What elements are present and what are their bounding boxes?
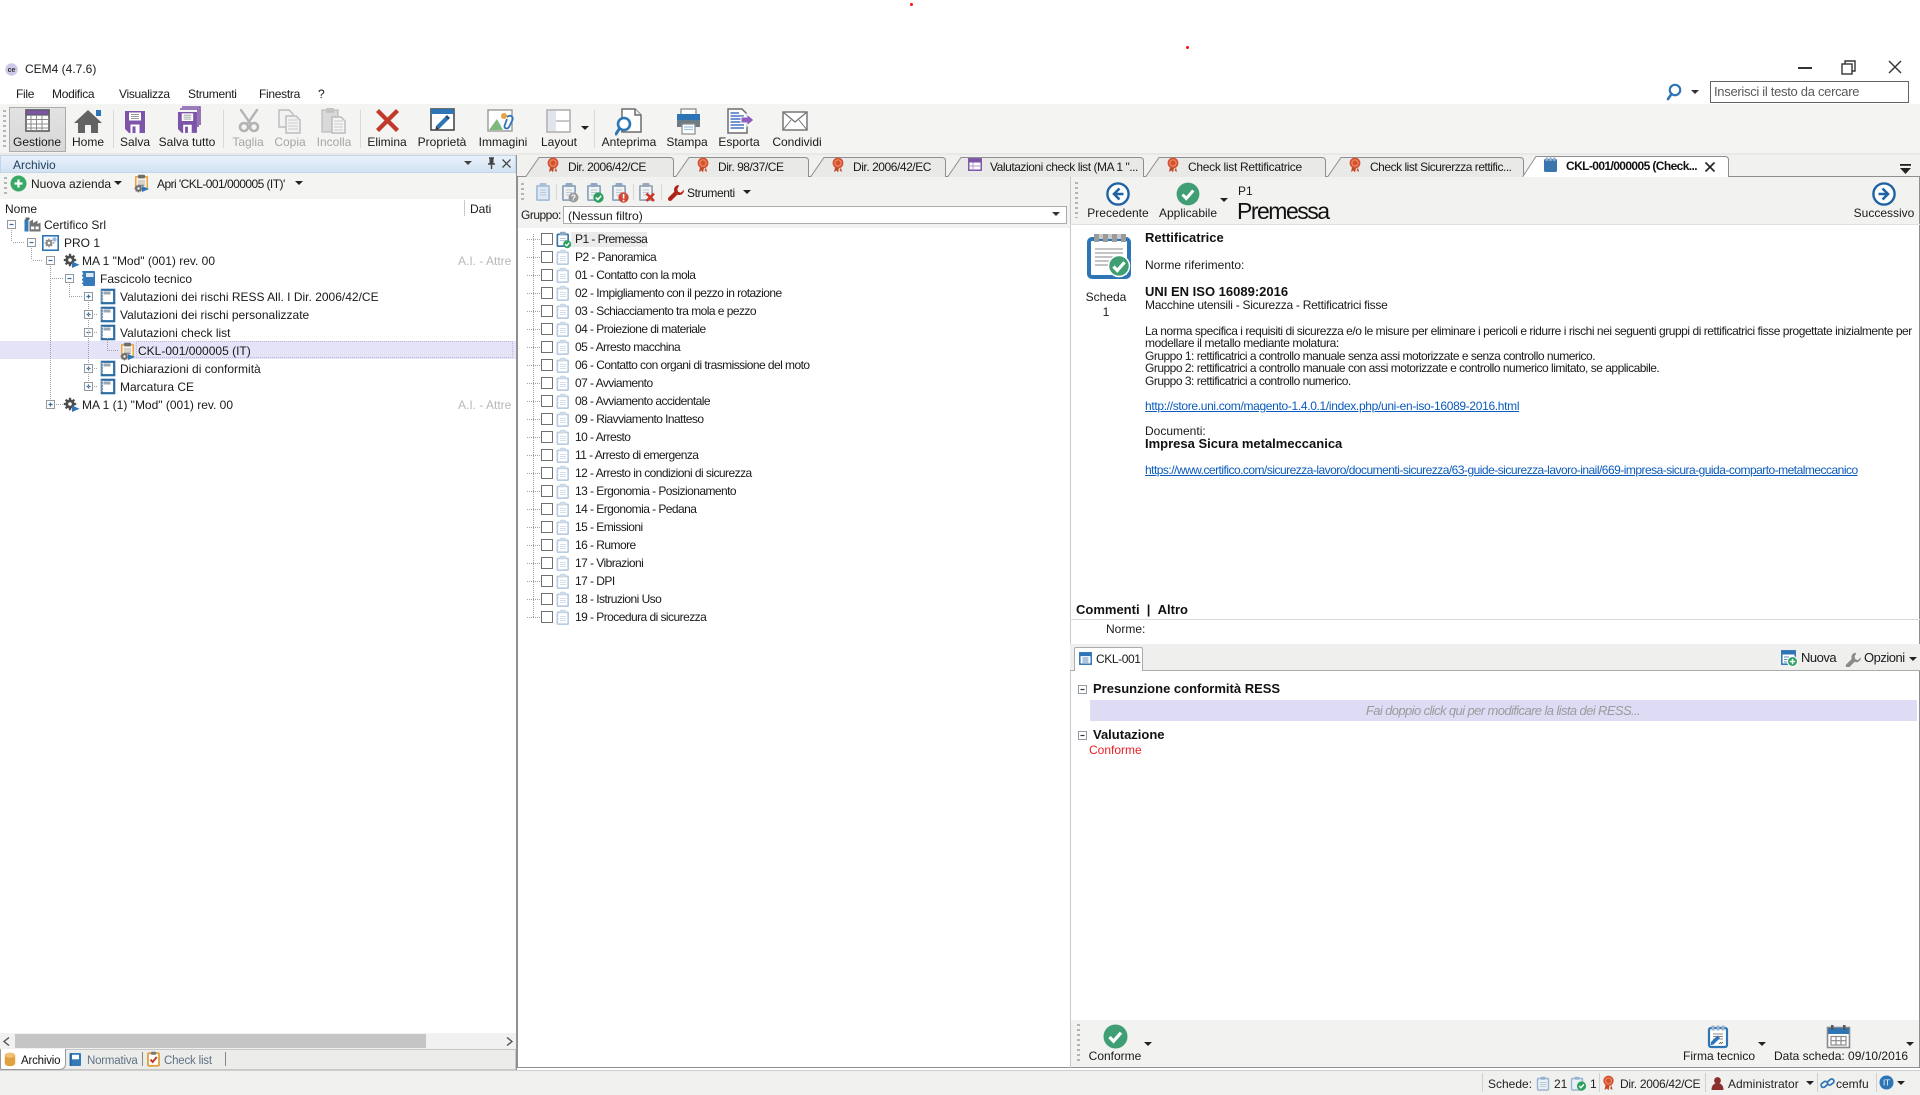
svg-text:ce: ce (8, 67, 16, 74)
svg-text:IT: IT (1883, 1078, 1890, 1087)
svg-text:?: ? (571, 193, 576, 203)
